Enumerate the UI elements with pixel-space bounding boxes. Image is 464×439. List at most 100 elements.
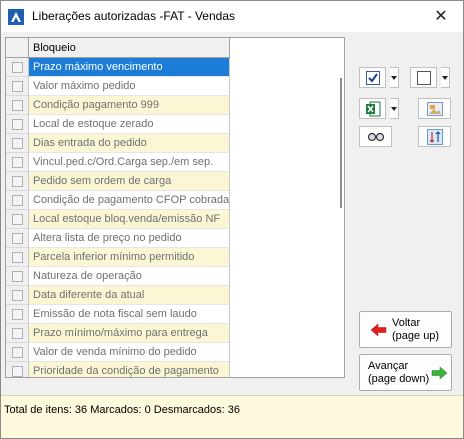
vertical-scrollbar[interactable] — [337, 38, 344, 377]
row-checkbox[interactable] — [12, 81, 23, 92]
checked-checkbox-icon — [360, 68, 385, 87]
table-row[interactable]: Data diferente da atual — [6, 286, 230, 305]
table-row[interactable]: Local estoque bloq.venda/emissão NF — [6, 210, 230, 229]
export-options-dropdown[interactable] — [390, 98, 399, 119]
row-checkbox[interactable] — [12, 290, 23, 301]
empty-checkbox-icon — [411, 68, 436, 87]
table-row[interactable]: Natureza de operação — [6, 267, 230, 286]
unmark-all-button[interactable] — [410, 67, 437, 88]
scrollbar-thumb[interactable] — [340, 78, 342, 208]
row-check-cell[interactable] — [6, 210, 29, 229]
row-label: Pedido sem ordem de carga — [29, 172, 230, 191]
back-button-hint: (page up) — [392, 330, 440, 342]
row-checkbox[interactable] — [12, 328, 23, 339]
row-check-cell[interactable] — [6, 58, 29, 77]
table-row[interactable]: Altera lista de preço no pedido — [6, 229, 230, 248]
back-page-up-button[interactable]: Voltar (page up) — [359, 311, 452, 348]
close-button[interactable]: ✕ — [419, 1, 463, 32]
dialog-window: Liberações autorizadas -FAT - Vendas ✕ B… — [0, 0, 464, 439]
table-row[interactable]: Prioridade da condição de pagamento — [6, 362, 230, 377]
row-check-cell[interactable] — [6, 248, 29, 267]
row-checkbox[interactable] — [12, 347, 23, 358]
row-check-cell[interactable] — [6, 229, 29, 248]
row-label: Prazo mínimo/máximo para entrega — [29, 324, 230, 343]
row-label: Local de estoque zerado — [29, 115, 230, 134]
row-label: Emissão de nota fiscal sem laudo — [29, 305, 230, 324]
row-check-cell[interactable] — [6, 115, 29, 134]
close-icon: ✕ — [434, 8, 448, 25]
row-check-cell[interactable] — [6, 134, 29, 153]
column-header-bloqueio[interactable]: Bloqueio — [29, 38, 230, 58]
table-row[interactable]: Vincul.ped.c/Ord.Carga sep./em sep. — [6, 153, 230, 172]
row-check-cell[interactable] — [6, 324, 29, 343]
back-button-label: Voltar — [392, 317, 421, 329]
table-row[interactable]: Condição de pagamento CFOP cobrada — [6, 191, 230, 210]
row-checkbox[interactable] — [12, 195, 23, 206]
view-button[interactable] — [359, 126, 392, 147]
row-checkbox[interactable] — [12, 252, 23, 263]
row-check-cell[interactable] — [6, 191, 29, 210]
image-button[interactable] — [418, 98, 451, 119]
chevron-down-icon — [390, 99, 398, 118]
row-checkbox[interactable] — [12, 176, 23, 187]
row-checkbox[interactable] — [12, 366, 23, 377]
row-check-cell[interactable] — [6, 96, 29, 115]
row-check-cell[interactable] — [6, 77, 29, 96]
row-label: Parcela inferior mínimo permitido — [29, 248, 230, 267]
excel-export-icon — [360, 99, 385, 118]
row-label: Prioridade da condição de pagamento — [29, 362, 230, 377]
row-checkbox[interactable] — [12, 214, 23, 225]
excel-export-button[interactable] — [359, 98, 386, 119]
row-label: Local estoque bloq.venda/emissão NF — [29, 210, 230, 229]
grid-header: Bloqueio — [6, 38, 230, 58]
table-row[interactable]: Local de estoque zerado — [6, 115, 230, 134]
row-check-cell[interactable] — [6, 343, 29, 362]
mark-options-dropdown[interactable] — [390, 67, 399, 88]
glasses-icon — [360, 127, 391, 146]
mark-all-button[interactable] — [359, 67, 386, 88]
row-label: Data diferente da atual — [29, 286, 230, 305]
unmark-options-dropdown[interactable] — [441, 67, 450, 88]
next-button-label: Avançar — [368, 360, 409, 372]
row-checkbox[interactable] — [12, 138, 23, 149]
row-check-cell[interactable] — [6, 153, 29, 172]
header-check-column[interactable] — [6, 38, 29, 58]
row-check-cell[interactable] — [6, 172, 29, 191]
row-checkbox[interactable] — [12, 271, 23, 282]
row-check-cell[interactable] — [6, 267, 29, 286]
table-row[interactable]: Prazo mínimo/máximo para entrega — [6, 324, 230, 343]
status-bar: Total de itens: 36 Marcados: 0 Desmarcad… — [1, 395, 463, 438]
table-row[interactable]: Emissão de nota fiscal sem laudo — [6, 305, 230, 324]
next-page-down-button[interactable]: Avançar (page down) — [359, 354, 452, 391]
row-checkbox[interactable] — [12, 157, 23, 168]
table-row[interactable]: Dias entrada do pedido — [6, 134, 230, 153]
back-arrow-icon — [371, 324, 387, 336]
row-label: Valor de venda mínimo do pedido — [29, 343, 230, 362]
row-checkbox[interactable] — [12, 100, 23, 111]
status-totals: Total de itens: 36 Marcados: 0 Desmarcad… — [4, 404, 241, 416]
table-row[interactable]: Pedido sem ordem de carga — [6, 172, 230, 191]
next-button-hint: (page down) — [368, 373, 430, 385]
row-label: Altera lista de preço no pedido — [29, 229, 230, 248]
chevron-down-icon — [390, 68, 398, 87]
sort-button[interactable] — [418, 126, 451, 147]
row-label: Condição pagamento 999 — [29, 96, 230, 115]
row-check-cell[interactable] — [6, 305, 29, 324]
table-row[interactable]: Valor máximo pedido — [6, 77, 230, 96]
row-checkbox[interactable] — [12, 62, 23, 73]
table-row[interactable]: Condição pagamento 999 — [6, 96, 230, 115]
table-row[interactable]: Prazo máximo vencimento — [6, 58, 230, 77]
table-row[interactable]: Valor de venda mínimo do pedido — [6, 343, 230, 362]
row-label: Natureza de operação — [29, 267, 230, 286]
table-row[interactable]: Parcela inferior mínimo permitido — [6, 248, 230, 267]
row-check-cell[interactable] — [6, 362, 29, 377]
restrictions-grid[interactable]: Bloqueio Prazo máximo vencimento Valor má… — [5, 37, 345, 378]
next-arrow-icon — [431, 367, 447, 379]
grid-rows: Prazo máximo vencimento Valor máximo pedi… — [6, 58, 230, 377]
row-label: Vincul.ped.c/Ord.Carga sep./em sep. — [29, 153, 230, 172]
row-checkbox[interactable] — [12, 233, 23, 244]
row-check-cell[interactable] — [6, 286, 29, 305]
row-checkbox[interactable] — [12, 309, 23, 320]
row-checkbox[interactable] — [12, 119, 23, 130]
row-label: Condição de pagamento CFOP cobrada — [29, 191, 230, 210]
